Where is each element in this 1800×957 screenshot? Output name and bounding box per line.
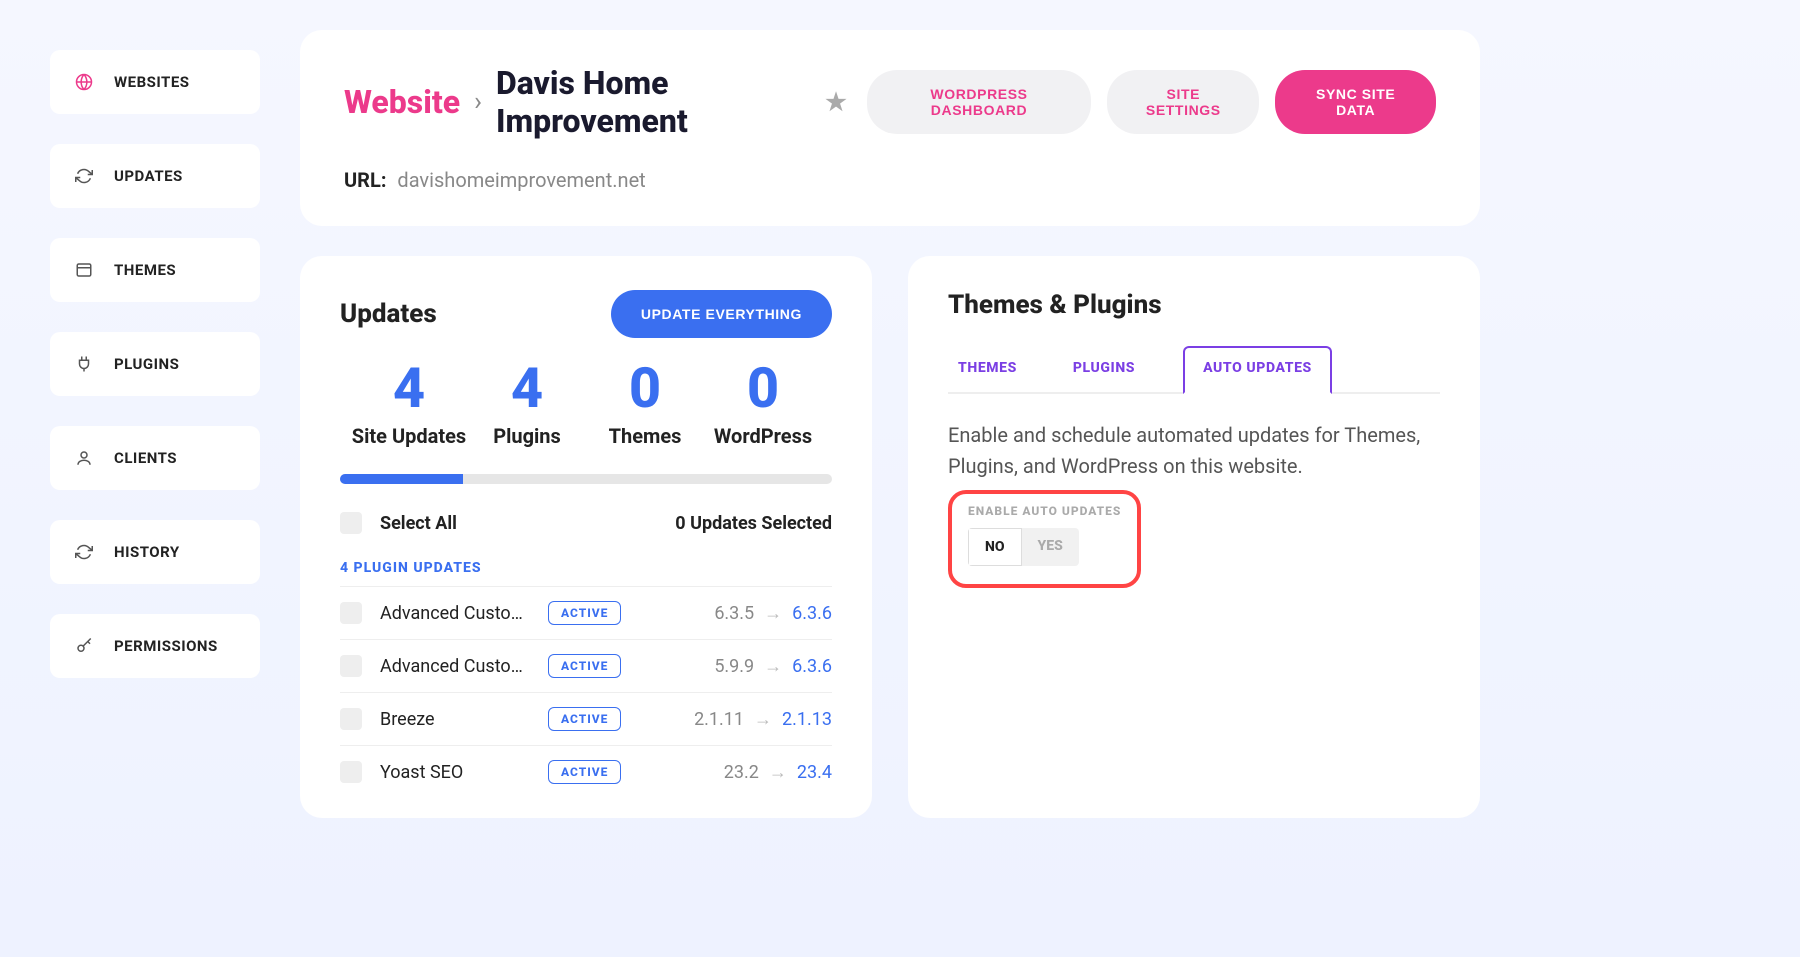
user-icon	[74, 448, 94, 468]
themes-plugins-card: Themes & Plugins THEMES PLUGINS AUTO UPD…	[908, 256, 1480, 818]
enable-auto-updates-label: ENABLE AUTO UPDATES	[968, 504, 1121, 518]
version-old: 6.3.5	[714, 603, 754, 624]
url-row: URL: davishomeimprovement.net	[344, 168, 1436, 192]
sidebar-label: HISTORY	[114, 543, 180, 561]
plugin-checkbox[interactable]	[340, 655, 362, 677]
updates-title: Updates	[340, 299, 437, 329]
status-badge: ACTIVE	[548, 601, 621, 625]
star-icon[interactable]: ★	[825, 88, 847, 116]
sidebar-item-permissions[interactable]: PERMISSIONS	[50, 614, 260, 678]
main: Website › Davis Home Improvement ★ WORDP…	[300, 30, 1480, 818]
sidebar-item-plugins[interactable]: PLUGINS	[50, 332, 260, 396]
auto-updates-description: Enable and schedule automated updates fo…	[948, 420, 1440, 482]
breadcrumb: Website › Davis Home Improvement ★	[344, 64, 847, 140]
toggle-yes[interactable]: YES	[1022, 528, 1079, 566]
stat-themes: 0 Themes	[586, 360, 704, 448]
sidebar-label: CLIENTS	[114, 449, 177, 467]
header-card: Website › Davis Home Improvement ★ WORDP…	[300, 30, 1480, 226]
layout-icon	[74, 260, 94, 280]
status-badge: ACTIVE	[548, 760, 621, 784]
tab-themes[interactable]: THEMES	[950, 344, 1025, 392]
sidebar-item-history[interactable]: HISTORY	[50, 520, 260, 584]
refresh-icon	[74, 542, 94, 562]
plugin-name: Advanced Custo…	[380, 603, 530, 624]
stat-plugins: 4 Plugins	[468, 360, 586, 448]
toggle-no[interactable]: NO	[968, 528, 1022, 566]
version-range: 23.2 → 23.4	[724, 762, 832, 783]
plugin-checkbox[interactable]	[340, 708, 362, 730]
tp-tabs: THEMES PLUGINS AUTO UPDATES	[948, 344, 1440, 394]
url-value[interactable]: davishomeimprovement.net	[397, 168, 645, 192]
sidebar-item-updates[interactable]: UPDATES	[50, 144, 260, 208]
sidebar: WEBSITES UPDATES THEMES PLUGINS CLIENTS	[0, 30, 260, 818]
header-buttons: WORDPRESS DASHBOARD SITE SETTINGS SYNC S…	[867, 70, 1436, 134]
site-settings-button[interactable]: SITE SETTINGS	[1107, 70, 1259, 134]
arrow-right-icon: →	[764, 656, 782, 677]
sidebar-label: THEMES	[114, 261, 176, 279]
chevron-right-icon: ›	[474, 87, 482, 117]
sidebar-label: PERMISSIONS	[114, 637, 218, 655]
update-everything-button[interactable]: UPDATE EVERYTHING	[611, 290, 832, 338]
plugin-row: Breeze ACTIVE 2.1.11 → 2.1.13	[340, 692, 832, 745]
stat-site-updates: 4 Site Updates	[350, 360, 468, 448]
globe-icon	[74, 72, 94, 92]
select-all-checkbox[interactable]	[340, 512, 362, 534]
plugin-updates-header: 4 PLUGIN UPDATES	[340, 552, 832, 586]
stat-wordpress: 0 WordPress	[704, 360, 822, 448]
plugin-checkbox[interactable]	[340, 602, 362, 624]
auto-updates-toggle: NO YES	[968, 528, 1079, 566]
stats-row: 4 Site Updates 4 Plugins 0 Themes 0 Word…	[340, 360, 832, 448]
version-new: 6.3.6	[792, 656, 832, 677]
sidebar-item-websites[interactable]: WEBSITES	[50, 50, 260, 114]
select-all-label[interactable]: Select All	[380, 513, 457, 534]
version-new: 2.1.13	[782, 709, 832, 730]
version-new: 23.4	[797, 762, 832, 783]
version-range: 6.3.5 → 6.3.6	[714, 603, 832, 624]
url-label: URL:	[344, 168, 386, 192]
refresh-icon	[74, 166, 94, 186]
sync-site-data-button[interactable]: SYNC SITE DATA	[1275, 70, 1436, 134]
plugin-name: Advanced Custo…	[380, 656, 530, 677]
plugin-name: Yoast SEO	[380, 762, 530, 783]
enable-auto-updates-highlight: ENABLE AUTO UPDATES NO YES	[948, 490, 1141, 588]
plugin-row: Advanced Custo… ACTIVE 6.3.5 → 6.3.6	[340, 586, 832, 639]
progress-fill	[340, 474, 463, 484]
version-range: 5.9.9 → 6.3.6	[714, 656, 832, 677]
version-old: 5.9.9	[714, 656, 754, 677]
updates-card: Updates UPDATE EVERYTHING 4 Site Updates…	[300, 256, 872, 818]
progress-bar	[340, 474, 832, 484]
sidebar-label: PLUGINS	[114, 355, 179, 373]
plug-icon	[74, 354, 94, 374]
wordpress-dashboard-button[interactable]: WORDPRESS DASHBOARD	[867, 70, 1092, 134]
sidebar-label: UPDATES	[114, 167, 183, 185]
sidebar-label: WEBSITES	[114, 73, 190, 91]
arrow-right-icon: →	[754, 709, 772, 730]
plugin-name: Breeze	[380, 709, 530, 730]
status-badge: ACTIVE	[548, 707, 621, 731]
plugin-list: Advanced Custo…ACTIVE6.3.5→6.3.6Advanced…	[340, 586, 832, 798]
selected-count: 0 Updates Selected	[675, 513, 832, 534]
version-new: 6.3.6	[792, 603, 832, 624]
arrow-right-icon: →	[769, 762, 787, 783]
status-badge: ACTIVE	[548, 654, 621, 678]
version-old: 23.2	[724, 762, 759, 783]
sidebar-item-clients[interactable]: CLIENTS	[50, 426, 260, 490]
key-icon	[74, 636, 94, 656]
plugin-checkbox[interactable]	[340, 761, 362, 783]
arrow-right-icon: →	[764, 603, 782, 624]
tab-plugins[interactable]: PLUGINS	[1065, 344, 1143, 392]
sidebar-item-themes[interactable]: THEMES	[50, 238, 260, 302]
breadcrumb-root[interactable]: Website	[344, 83, 460, 121]
plugin-row: Yoast SEO ACTIVE 23.2 → 23.4	[340, 745, 832, 798]
version-old: 2.1.11	[694, 709, 744, 730]
plugin-row: Advanced Custo… ACTIVE 5.9.9 → 6.3.6	[340, 639, 832, 692]
tab-auto-updates[interactable]: AUTO UPDATES	[1183, 346, 1332, 394]
breadcrumb-current: Davis Home Improvement	[496, 64, 811, 140]
tp-title: Themes & Plugins	[948, 290, 1440, 320]
version-range: 2.1.11 → 2.1.13	[694, 709, 832, 730]
